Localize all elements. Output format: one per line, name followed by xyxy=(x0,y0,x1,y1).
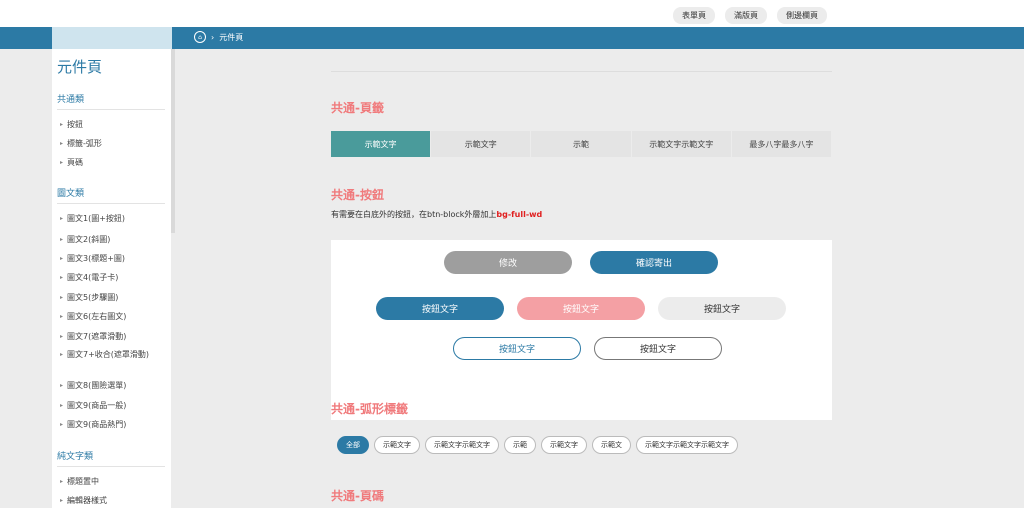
tag-item[interactable]: 示範 xyxy=(504,436,536,454)
tab-bar: 示範文字 示範文字 示範 示範文字示範文字 最多八字最多八字 xyxy=(331,131,833,157)
primary-button[interactable]: 按鈕文字 xyxy=(376,297,504,320)
sidebar-header xyxy=(52,27,172,49)
breadcrumb-current: 元件頁 xyxy=(219,32,244,42)
tag-item[interactable]: 示範文 xyxy=(592,436,631,454)
buttons-note: 有需要在白底外的按鈕，在btn-block外層加上bg-full-wd xyxy=(331,209,542,220)
tab-4[interactable]: 示範文字示範文字 xyxy=(631,131,732,157)
tag-item[interactable]: 示範文字 xyxy=(541,436,587,454)
light-button[interactable]: 按鈕文字 xyxy=(658,297,786,320)
tag-item[interactable]: 示範文字 xyxy=(374,436,420,454)
section-title-buttons: 共通-按鈕 xyxy=(331,188,384,202)
tag-list: 全部 示範文字 示範文字示範文字 示範 示範文字 示範文 示範文字示範文字示範文… xyxy=(337,436,738,454)
tab-2[interactable]: 示範文字 xyxy=(431,131,532,157)
tab-1[interactable]: 示範文字 xyxy=(331,131,432,157)
sidebar-item[interactable]: 圖文1(圖+按鈕) xyxy=(60,213,167,224)
sidebar-item[interactable]: 圖文3(標題+圖) xyxy=(60,253,167,264)
sidebar-title: 元件頁 xyxy=(57,58,103,76)
sidebar-item[interactable]: 按鈕 xyxy=(60,119,167,130)
sidebar: 元件頁 共通類 按鈕 標籤-弧形 頁碼 圖文類 圖文1(圖+按鈕) 圖文2(斜圖… xyxy=(52,49,171,508)
sidebar-item[interactable]: 圖文4(電子卡) xyxy=(60,272,167,283)
section-title-tags: 共通-弧形標籤 xyxy=(331,402,408,416)
section-title-pagination: 共通-頁碼 xyxy=(331,489,384,503)
sidebar-section-title: 共通類 xyxy=(57,92,165,110)
sidebar-item[interactable]: 圖文9(商品熱門) xyxy=(60,419,167,430)
sidebar-item[interactable]: 圖文7+收合(遮罩滑動) xyxy=(60,349,167,360)
top-bar: 表單頁 滿版頁 側邊欄頁 xyxy=(0,0,1024,27)
tag-item[interactable]: 示範文字示範文字示範文字 xyxy=(636,436,738,454)
tab-5[interactable]: 最多八字最多八字 xyxy=(731,131,833,157)
sidebar-scrollbar[interactable] xyxy=(171,49,175,233)
breadcrumb-separator-icon: › xyxy=(211,32,215,42)
sidebar-item[interactable]: 圖文6(左右圖文) xyxy=(60,311,167,322)
main-content: 共通-頁籤 示範文字 示範文字 示範 示範文字示範文字 最多八字最多八字 共通-… xyxy=(290,49,870,508)
section-title-tabs: 共通-頁籤 xyxy=(331,101,384,115)
sidebar-item[interactable]: 圖文9(商品一般) xyxy=(60,400,167,411)
top-links: 表單頁 滿版頁 側邊欄頁 xyxy=(673,7,827,24)
sidebar-section-title: 圖文類 xyxy=(57,186,165,204)
tag-item[interactable]: 全部 xyxy=(337,436,369,454)
sidebar-item[interactable]: 圖文2(斜圖) xyxy=(60,234,167,245)
outline-primary-button[interactable]: 按鈕文字 xyxy=(453,337,581,360)
sidebar-item[interactable]: 頁碼 xyxy=(60,157,167,168)
divider xyxy=(331,71,832,72)
pink-button[interactable]: 按鈕文字 xyxy=(517,297,645,320)
sidebar-item[interactable]: 標籤-弧形 xyxy=(60,138,167,149)
confirm-send-button[interactable]: 確認寄出 xyxy=(590,251,718,274)
top-link-form[interactable]: 表單頁 xyxy=(673,7,715,24)
tag-item[interactable]: 示範文字示範文字 xyxy=(425,436,499,454)
button-panel: 修改 確認寄出 按鈕文字 按鈕文字 按鈕文字 按鈕文字 按鈕文字 xyxy=(331,240,832,420)
note-text: 有需要在白底外的按鈕，在btn-block外層加上 xyxy=(331,210,497,219)
home-icon[interactable]: ⌂ xyxy=(194,31,206,43)
outline-gray-button[interactable]: 按鈕文字 xyxy=(594,337,722,360)
sidebar-item[interactable]: 圖文7(遮罩滑動) xyxy=(60,331,167,342)
top-link-sidebar[interactable]: 側邊欄頁 xyxy=(777,7,827,24)
sidebar-item[interactable]: 標題置中 xyxy=(60,476,167,487)
sidebar-item[interactable]: 圖文8(團險選單) xyxy=(60,380,167,391)
sidebar-item[interactable]: 編輯器樣式 xyxy=(60,495,167,506)
sidebar-item[interactable]: 圖文5(步驟圖) xyxy=(60,292,167,303)
note-code: bg-full-wd xyxy=(496,210,543,219)
breadcrumb: ⌂ › 元件頁 xyxy=(194,31,243,43)
sidebar-section-title: 純文字類 xyxy=(57,449,165,467)
tab-3[interactable]: 示範 xyxy=(531,131,632,157)
top-link-full[interactable]: 滿版頁 xyxy=(725,7,767,24)
edit-button[interactable]: 修改 xyxy=(444,251,572,274)
